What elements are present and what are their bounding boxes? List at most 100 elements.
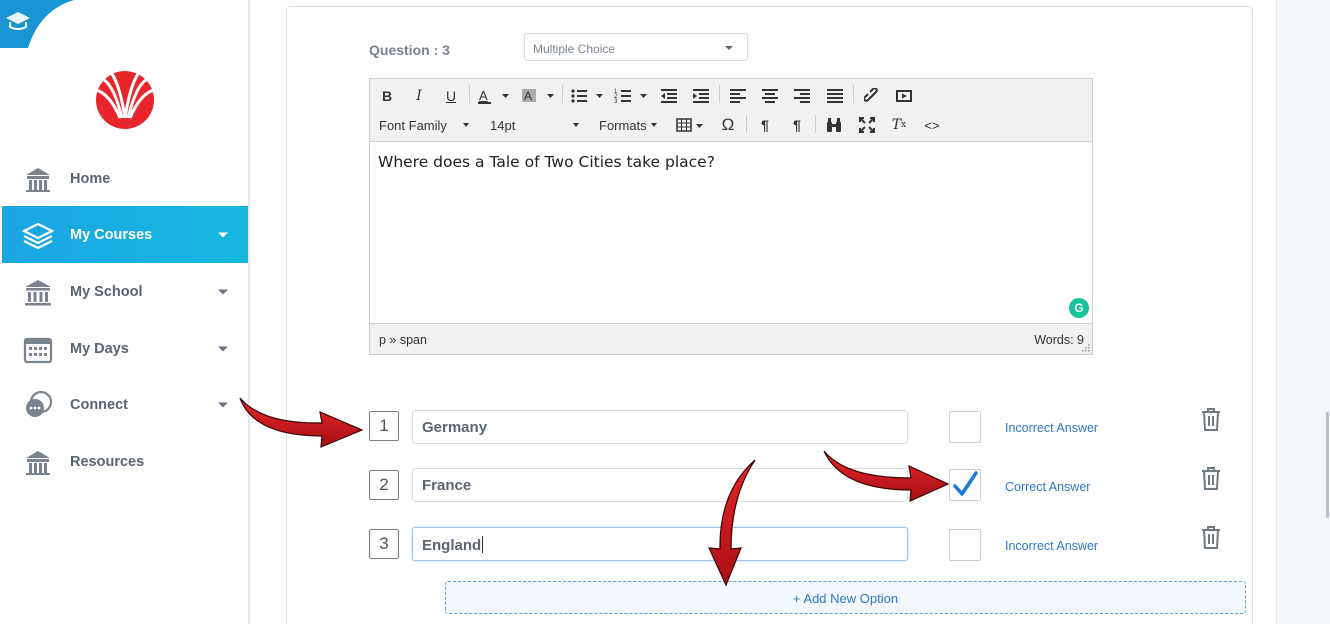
sidebar: Home My Courses My School My Days Connec… <box>0 0 250 624</box>
option-input[interactable]: Germany <box>412 410 908 444</box>
italic-button[interactable]: I <box>409 85 429 107</box>
toolbar-divider <box>469 85 470 103</box>
question-type-select[interactable]: Multiple Choice <box>524 33 748 61</box>
question-label: Question : 3 <box>369 42 450 58</box>
sidebar-item-connect[interactable]: Connect <box>2 376 248 433</box>
text-color-button[interactable]: A <box>476 85 510 107</box>
scrollbar-thumb[interactable] <box>1326 412 1329 518</box>
sidebar-item-label: Resources <box>70 453 145 470</box>
chat-bubbles-icon <box>22 389 54 421</box>
trash-icon[interactable] <box>1199 406 1223 432</box>
insert-table-button[interactable] <box>676 114 706 136</box>
rtl-paragraph-icon[interactable]: ¶ <box>786 114 808 136</box>
align-justify-button[interactable] <box>824 85 846 107</box>
toolbar-divider <box>719 85 720 103</box>
option-input-value: England <box>422 537 482 554</box>
ltr-paragraph-icon[interactable]: ¶ <box>754 114 776 136</box>
svg-text:3: 3 <box>614 99 618 105</box>
chevron-down-icon <box>218 232 228 237</box>
chevron-down-icon <box>462 123 469 127</box>
svg-text:A: A <box>524 89 532 103</box>
outdent-icon <box>661 89 677 103</box>
align-right-icon <box>794 89 810 103</box>
align-center-button[interactable] <box>759 85 781 107</box>
grammarly-icon[interactable]: G <box>1069 298 1089 318</box>
media-icon <box>896 90 912 102</box>
source-code-icon[interactable]: <> <box>921 114 943 136</box>
find-replace-button[interactable] <box>823 114 845 136</box>
option-input[interactable]: France <box>412 468 908 502</box>
bullet-list-icon <box>571 89 603 103</box>
table-icon <box>676 118 703 132</box>
sidebar-item-my-school[interactable]: My School <box>2 263 248 320</box>
word-count: Words: 9 <box>1034 333 1084 347</box>
correct-answer-checkbox[interactable] <box>949 529 981 561</box>
rich-text-editor: B I U A A 123 Font Family 14pt Formats Ω… <box>369 78 1093 355</box>
align-justify-icon <box>827 89 843 103</box>
sidebar-item-label: Home <box>70 170 111 187</box>
answer-status-label: Correct Answer <box>1005 480 1091 494</box>
special-character-icon[interactable]: Ω <box>717 114 739 136</box>
sidebar-item-label: Connect <box>70 396 128 413</box>
toolbar-divider <box>815 115 816 133</box>
correct-answer-checkbox[interactable] <box>949 411 981 443</box>
formats-label: Formats <box>599 117 647 133</box>
library-building-icon <box>22 446 54 478</box>
sidebar-item-my-courses[interactable]: My Courses <box>2 206 248 263</box>
align-right-button[interactable] <box>791 85 813 107</box>
toolbar-divider <box>562 85 563 103</box>
chevron-down-icon <box>218 289 228 294</box>
align-left-button[interactable] <box>727 85 749 107</box>
chevron-down-icon <box>650 123 657 127</box>
option-number: 2 <box>369 470 399 500</box>
trash-icon[interactable] <box>1199 465 1223 491</box>
correct-answer-checkbox[interactable] <box>949 469 981 501</box>
option-number: 3 <box>369 529 399 559</box>
toolbar-divider <box>746 115 747 133</box>
sidebar-item-label: My School <box>70 283 143 300</box>
insert-media-button[interactable] <box>893 85 915 107</box>
trash-icon[interactable] <box>1199 524 1223 550</box>
sidebar-item-resources[interactable]: Resources <box>2 433 248 490</box>
editor-content[interactable]: Where does a Tale of Two Cities take pla… <box>370 143 1092 323</box>
font-family-select[interactable]: Font Family <box>379 114 481 136</box>
chevron-down-icon <box>725 46 733 50</box>
outdent-button[interactable] <box>658 85 680 107</box>
bold-button[interactable]: B <box>377 85 397 107</box>
font-family-label: Font Family <box>379 117 447 133</box>
checkmark-icon <box>953 471 978 496</box>
font-size-label: 14pt <box>490 117 516 133</box>
answer-status-label: Incorrect Answer <box>1005 421 1099 435</box>
font-size-select[interactable]: 14pt <box>490 114 586 136</box>
underline-button[interactable]: U <box>441 85 461 107</box>
add-new-option-button[interactable]: + Add New Option <box>445 581 1246 614</box>
editor-toolbar: B I U A A 123 Font Family 14pt Formats Ω… <box>370 79 1092 142</box>
fullscreen-icon <box>859 117 875 133</box>
school-building-icon <box>22 163 54 195</box>
binoculars-icon <box>827 118 841 132</box>
brand-logo <box>95 71 155 129</box>
stacked-layers-icon <box>22 219 54 251</box>
bullet-list-button[interactable] <box>569 85 607 107</box>
corner-badge-icon <box>0 0 74 48</box>
chevron-down-icon <box>573 123 580 127</box>
indent-button[interactable] <box>690 85 712 107</box>
fullscreen-button[interactable] <box>856 114 878 136</box>
sidebar-item-my-days[interactable]: My Days <box>2 320 248 377</box>
sidebar-item-label: My Courses <box>70 226 153 243</box>
editor-statusbar: p » span Words: 9 <box>370 323 1092 354</box>
answer-status-label: Incorrect Answer <box>1005 539 1099 553</box>
align-left-icon <box>730 89 746 103</box>
insert-link-button[interactable] <box>861 85 883 107</box>
background-color-button[interactable]: A <box>518 85 556 107</box>
element-path: p » span <box>379 333 427 347</box>
calendar-icon <box>22 333 54 365</box>
numbered-list-button[interactable]: 123 <box>613 85 651 107</box>
option-input[interactable]: England <box>412 527 908 561</box>
formats-select[interactable]: Formats <box>599 114 665 136</box>
clear-formatting-icon[interactable]: Tx <box>888 114 910 136</box>
indent-icon <box>693 89 709 103</box>
sidebar-item-home[interactable]: Home <box>2 150 248 207</box>
resize-handle-icon[interactable] <box>1082 344 1090 352</box>
option-number: 1 <box>369 411 399 441</box>
